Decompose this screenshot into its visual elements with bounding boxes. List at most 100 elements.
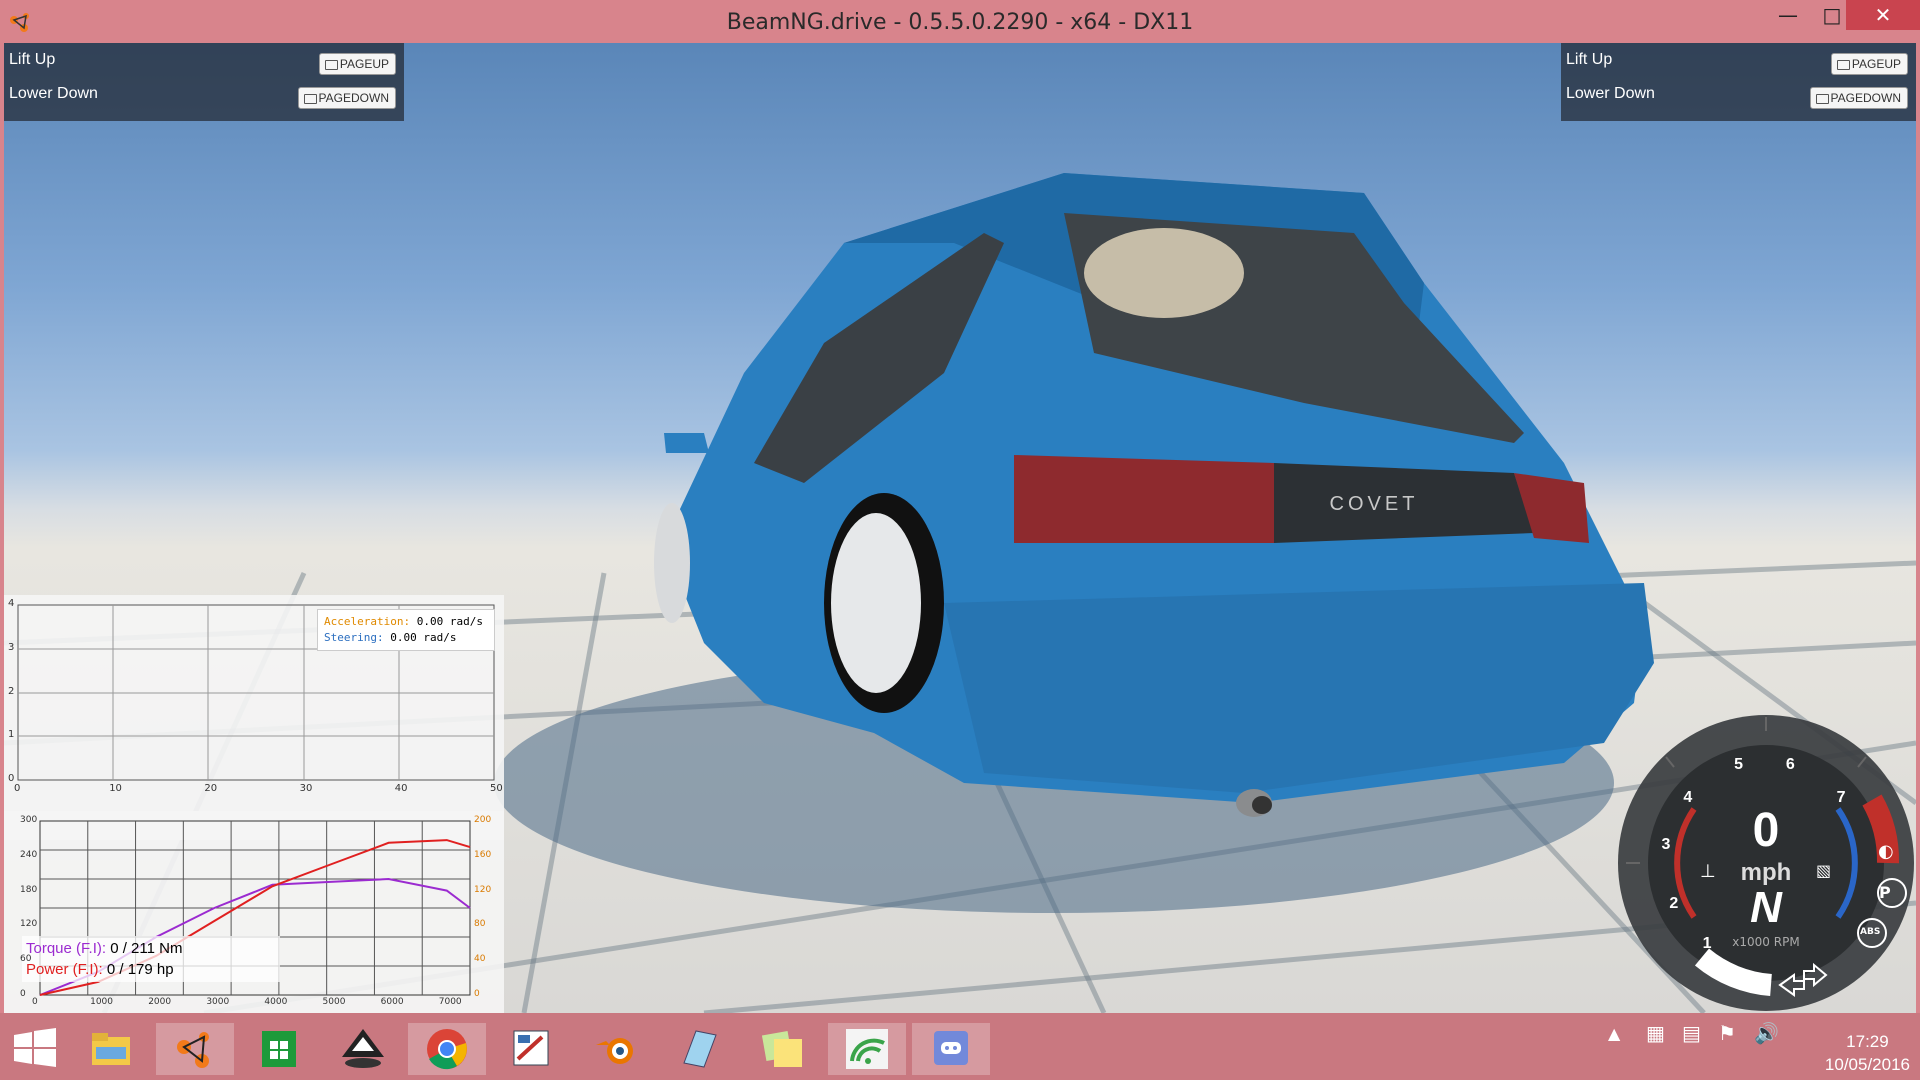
taskbar: ▲ ▦ ▤ ⚑ 🔊 xyxy=(0,1013,1920,1080)
volume-icon[interactable]: 🔊 xyxy=(1754,1021,1779,1045)
blender-app[interactable] xyxy=(576,1023,654,1075)
dyno-left-tick: 240 xyxy=(20,849,38,860)
discord-icon xyxy=(934,1031,968,1065)
lower-down-label: Lower Down xyxy=(9,85,98,102)
notepad-app[interactable] xyxy=(660,1023,738,1075)
rpm-tick-label: 6 xyxy=(1785,756,1795,774)
game-viewport[interactable]: COVET Lift Up PAGEUP Lower Down PAGEDOWN… xyxy=(4,43,1916,1013)
accel-x-tick: 20 xyxy=(204,783,218,794)
accel-x-tick: 50 xyxy=(490,783,503,794)
accel-value: 0.00 rad/s xyxy=(416,615,483,628)
show-hidden-icons-button[interactable]: ▲ xyxy=(1608,1024,1620,1043)
dyno-right-tick: 0 xyxy=(474,989,480,999)
discord-app[interactable] xyxy=(912,1023,990,1075)
speedometer-gauge: 0 mph N x1000 RPM P ABS ◐ ⊥ ▧ 1234567 xyxy=(1616,713,1916,1013)
gear-indicator: N xyxy=(1750,883,1782,932)
lift-up-label: Lift Up xyxy=(1566,51,1613,68)
action-center-icon[interactable]: ▦ xyxy=(1646,1021,1665,1045)
wifi-tool-app[interactable] xyxy=(828,1023,906,1075)
lift-up-label: Lift Up xyxy=(9,51,56,68)
dyno-x-tick: 3000 xyxy=(206,997,230,1007)
paint-icon xyxy=(513,1030,549,1066)
temperature-icon: ⊥ xyxy=(1700,861,1716,882)
dyno-x-tick: 6000 xyxy=(380,997,404,1007)
wifi-icon xyxy=(846,1029,888,1069)
parking-brake-icon: P xyxy=(1879,883,1891,902)
dyno-chart xyxy=(39,820,471,996)
chrome-icon xyxy=(427,1029,467,1070)
torque-label: Torque (F.I): xyxy=(26,940,107,957)
accel-legend: Acceleration: 0.00 rad/s Steering: 0.00 … xyxy=(317,609,495,651)
accel-y-tick: 1 xyxy=(8,729,15,741)
paint-app[interactable] xyxy=(492,1023,570,1075)
rpm-tick-label: 7 xyxy=(1836,788,1846,806)
notepad-icon xyxy=(683,1030,717,1068)
inkscape-app[interactable] xyxy=(324,1023,402,1075)
dyno-x-tick: 5000 xyxy=(322,997,346,1007)
minimize-button[interactable]: — xyxy=(1766,0,1810,30)
rpm-tick-label: 4 xyxy=(1683,788,1693,806)
rpm-tick-label: 5 xyxy=(1734,756,1744,774)
flag-icon[interactable]: ⚑ xyxy=(1718,1021,1736,1045)
store-app[interactable] xyxy=(240,1023,318,1075)
beamng-icon xyxy=(177,1032,209,1068)
power-value: 0 / 179 hp xyxy=(106,961,174,978)
fuel-icon: ▧ xyxy=(1816,861,1832,880)
dyno-left-tick: 0 xyxy=(20,989,26,999)
dyno-x-tick: 0 xyxy=(32,997,38,1007)
pagedown-key-button[interactable]: PAGEDOWN xyxy=(297,87,396,109)
close-button[interactable]: ✕ xyxy=(1846,0,1920,30)
title-bar: BeamNG.drive - 0.5.5.0.2290 - x64 - DX11… xyxy=(0,0,1920,43)
file-explorer-app[interactable] xyxy=(72,1023,150,1075)
lift-controls-left: Lift Up PAGEUP Lower Down PAGEDOWN xyxy=(4,43,404,121)
rpm-unit-label: x1000 RPM xyxy=(1732,935,1800,949)
sticky-notes-icon xyxy=(761,1030,802,1067)
rpm-tick-label: 3 xyxy=(1661,835,1671,853)
dyno-left-tick: 120 xyxy=(20,919,38,930)
pagedown-key-button[interactable]: PAGEDOWN xyxy=(1809,87,1908,109)
start-button[interactable] xyxy=(0,1021,70,1073)
engine-dyno-graph: Torque (F.I): 0 / 211 Nm Power (F.I): 0 … xyxy=(4,811,504,1013)
accel-y-tick: 2 xyxy=(8,685,15,697)
pageup-key-button[interactable]: PAGEUP xyxy=(318,53,396,75)
dyno-readout: Torque (F.I): 0 / 211 Nm Power (F.I): 0 … xyxy=(22,936,280,982)
clock-time: 17:29 xyxy=(1846,1032,1889,1051)
torque-value: 0 / 211 Nm xyxy=(110,940,183,957)
dyno-left-tick: 300 xyxy=(20,815,38,825)
dyno-x-tick: 1000 xyxy=(90,997,113,1007)
pageup-key-button[interactable]: PAGEUP xyxy=(1830,53,1908,75)
blender-icon xyxy=(596,1038,633,1064)
dyno-right-tick: 40 xyxy=(474,954,486,965)
headlight-icon: ◐ xyxy=(1878,841,1894,862)
window-title: BeamNG.drive - 0.5.5.0.2290 - x64 - DX11 xyxy=(726,10,1194,35)
clock[interactable]: 17:29 10/05/2016 xyxy=(1825,1030,1910,1076)
power-label: Power (F.I): xyxy=(26,961,103,978)
steer-value: 0.00 rad/s xyxy=(390,631,457,644)
windows-logo-icon xyxy=(14,1028,56,1067)
accel-steering-graph: Acceleration: 0.00 rad/s Steering: 0.00 … xyxy=(4,595,504,840)
accel-y-tick: 4 xyxy=(8,598,15,609)
dyno-x-tick: 2000 xyxy=(148,997,172,1007)
accel-x-tick: 40 xyxy=(394,783,408,794)
dyno-right-tick: 80 xyxy=(474,919,486,930)
car-badge: COVET xyxy=(1330,493,1419,515)
beamng-app[interactable] xyxy=(156,1023,234,1075)
accel-y-tick: 3 xyxy=(8,641,15,653)
dyno-x-tick: 4000 xyxy=(264,997,288,1007)
accel-label: Acceleration: xyxy=(324,615,411,628)
folder-icon xyxy=(92,1033,130,1065)
sticky-notes-app[interactable] xyxy=(744,1023,822,1075)
abs-icon: ABS xyxy=(1860,927,1881,937)
network-icon[interactable]: ▤ xyxy=(1682,1021,1701,1045)
chrome-app[interactable] xyxy=(408,1023,486,1075)
dyno-x-tick: 7000 xyxy=(438,997,462,1007)
accel-x-tick: 0 xyxy=(14,783,21,794)
dyno-left-tick: 180 xyxy=(20,884,38,895)
dyno-left-tick: 60 xyxy=(20,954,32,965)
dyno-right-tick: 200 xyxy=(474,815,492,825)
steer-label: Steering: xyxy=(324,631,384,644)
accel-y-tick: 0 xyxy=(8,773,15,784)
rpm-tick-label: 2 xyxy=(1669,895,1679,913)
accel-x-tick: 30 xyxy=(299,783,313,794)
lift-controls-right: Lift Up PAGEUP Lower Down PAGEDOWN xyxy=(1561,43,1916,121)
